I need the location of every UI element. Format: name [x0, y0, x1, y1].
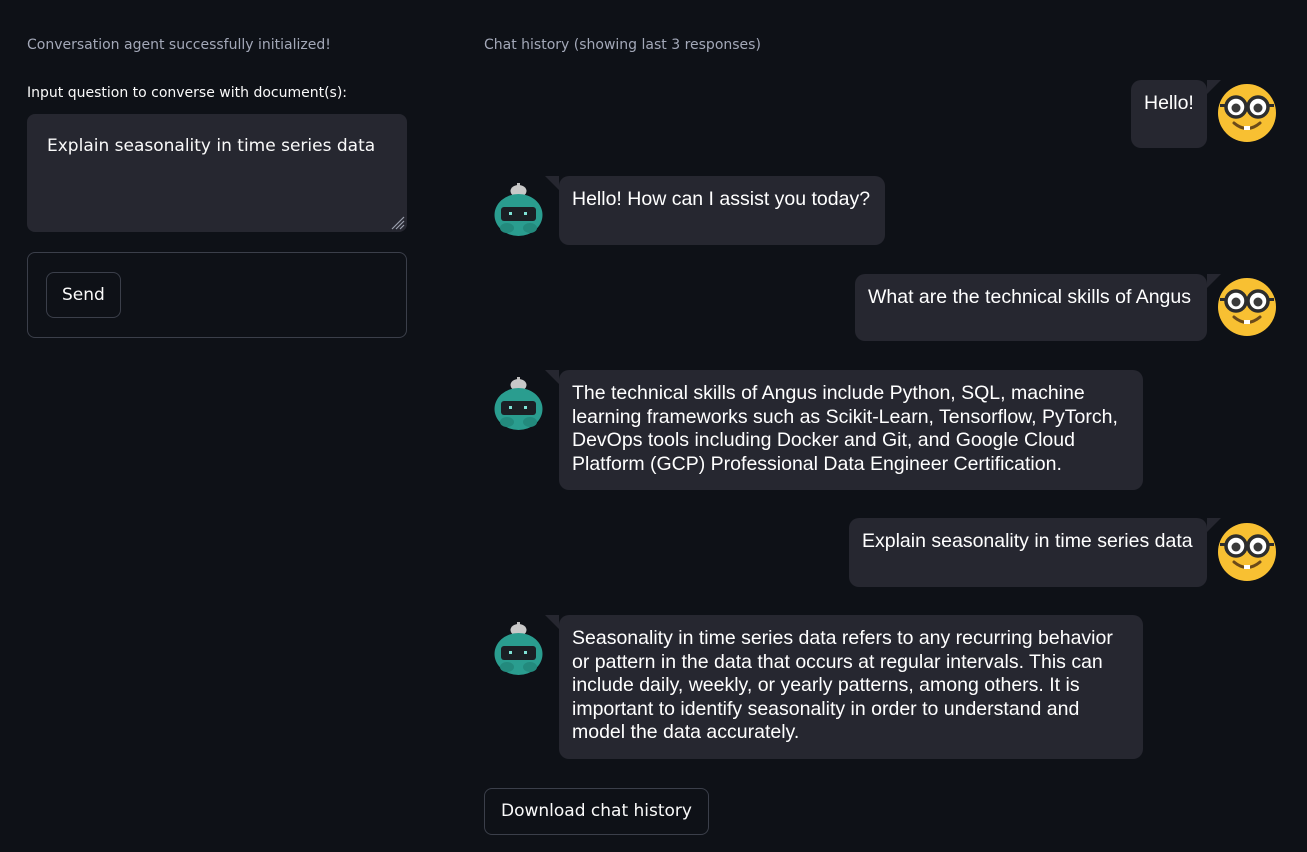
assistant-message-text: The technical skills of Angus include Py… [572, 382, 1118, 475]
nerd-face-icon [1218, 278, 1276, 336]
question-input-label: Input question to converse with document… [27, 85, 348, 101]
nerd-face-icon [1218, 523, 1276, 581]
assistant-message: Hello! How can I assist you today? [545, 176, 885, 245]
question-textarea-value: Explain seasonality in time series data [47, 136, 376, 156]
download-chat-history-button[interactable]: Download chat history [484, 788, 709, 835]
send-form: Send [27, 252, 407, 338]
app-root: Conversation agent successfully initiali… [0, 0, 1307, 852]
status-message: Conversation agent successfully initiali… [27, 37, 331, 53]
resize-handle-icon[interactable] [389, 214, 405, 230]
user-message: Explain seasonality in time series data [849, 518, 1221, 587]
assistant-message-text: Hello! How can I assist you today? [572, 188, 871, 210]
assistant-message-text: Seasonality in time series data refers t… [572, 627, 1113, 743]
robot-icon [494, 622, 543, 675]
user-message: What are the technical skills of Angus [855, 274, 1221, 341]
send-button[interactable]: Send [46, 272, 121, 318]
robot-icon [494, 377, 543, 430]
user-message-text: Explain seasonality in time series data [862, 530, 1193, 552]
assistant-message: Seasonality in time series data refers t… [545, 615, 1143, 759]
nerd-face-icon [1218, 84, 1276, 142]
assistant-message: The technical skills of Angus include Py… [545, 370, 1143, 490]
user-message-text: Hello! [1144, 92, 1194, 114]
chat-history-title: Chat history (showing last 3 responses) [484, 37, 761, 53]
question-textarea[interactable]: Explain seasonality in time series data [27, 114, 407, 232]
user-message-text: What are the technical skills of Angus [868, 286, 1191, 308]
user-message: Hello! [1131, 80, 1221, 148]
robot-icon [494, 183, 543, 236]
